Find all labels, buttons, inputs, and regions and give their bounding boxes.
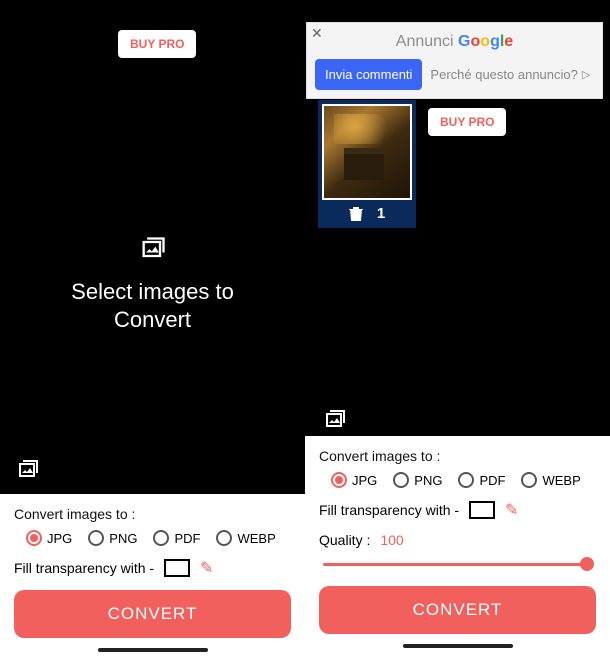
home-indicator bbox=[98, 648, 208, 652]
delete-image-icon[interactable] bbox=[349, 206, 363, 222]
ad-send-feedback-button[interactable]: Invia commenti bbox=[315, 59, 422, 90]
edit-fill-icon[interactable]: ✎ bbox=[200, 558, 213, 578]
ad-why-link[interactable]: Perché questo annuncio?▷ bbox=[430, 67, 594, 82]
fill-transparency-label: Fill transparency with - bbox=[14, 560, 154, 576]
format-radios: JPG PNG PDF WEBP bbox=[319, 472, 596, 488]
home-indicator bbox=[403, 644, 513, 648]
convert-to-label: Convert images to : bbox=[14, 506, 291, 522]
quality-value: 100 bbox=[380, 532, 403, 548]
add-images-icon[interactable] bbox=[16, 458, 40, 482]
buy-pro-button[interactable]: BUY PRO bbox=[118, 30, 196, 58]
quality-slider[interactable] bbox=[323, 554, 592, 574]
convert-to-label: Convert images to : bbox=[319, 448, 596, 464]
select-line-1: Select images to bbox=[0, 278, 305, 306]
image-thumbnail-card[interactable]: 1 bbox=[318, 100, 416, 228]
google-logo: Google bbox=[458, 33, 513, 50]
select-images-prompt[interactable]: Select images to Convert bbox=[0, 235, 305, 333]
buy-pro-button[interactable]: BUY PRO bbox=[428, 108, 506, 136]
adchoices-icon: ▷ bbox=[582, 68, 590, 81]
format-jpg[interactable]: JPG bbox=[331, 472, 377, 488]
image-thumbnail bbox=[322, 104, 412, 200]
ad-close-icon[interactable]: ✕ bbox=[311, 25, 323, 42]
select-line-2: Convert bbox=[0, 306, 305, 334]
format-webp[interactable]: WEBP bbox=[521, 472, 580, 488]
fill-transparency-label: Fill transparency with - bbox=[319, 502, 459, 518]
edit-fill-icon[interactable]: ✎ bbox=[505, 500, 518, 520]
convert-button[interactable]: CONVERT bbox=[14, 590, 291, 638]
fill-color-swatch[interactable] bbox=[469, 501, 495, 519]
google-ad-banner: ✕ Annunci Google Invia commenti Perché q… bbox=[306, 22, 603, 99]
fill-color-swatch[interactable] bbox=[164, 559, 190, 577]
add-images-icon[interactable] bbox=[323, 408, 347, 432]
format-png[interactable]: PNG bbox=[393, 472, 442, 488]
images-stack-icon bbox=[139, 235, 167, 263]
convert-button[interactable]: CONVERT bbox=[319, 586, 596, 634]
format-pdf[interactable]: PDF bbox=[153, 530, 200, 546]
image-count: 1 bbox=[377, 205, 385, 222]
format-jpg[interactable]: JPG bbox=[26, 530, 72, 546]
quality-label: Quality : bbox=[319, 532, 370, 548]
format-radios: JPG PNG PDF WEBP bbox=[14, 530, 291, 546]
format-png[interactable]: PNG bbox=[88, 530, 137, 546]
format-pdf[interactable]: PDF bbox=[458, 472, 505, 488]
format-webp[interactable]: WEBP bbox=[216, 530, 275, 546]
ad-title: Annunci Google bbox=[307, 23, 602, 59]
